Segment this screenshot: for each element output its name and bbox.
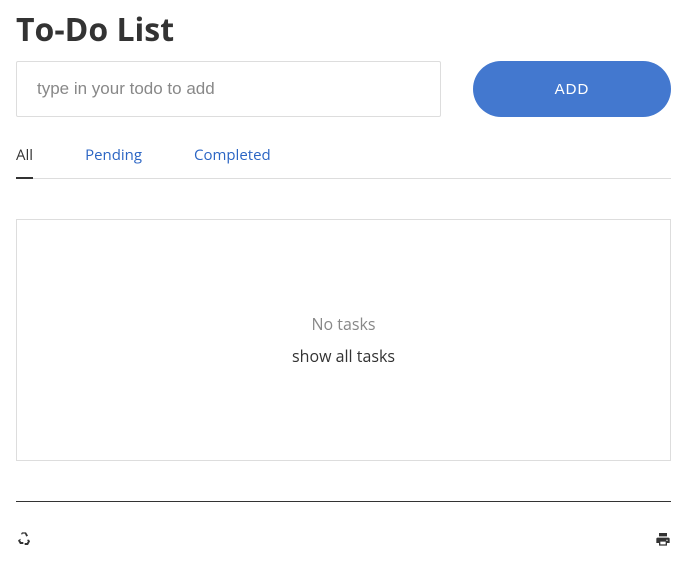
tab-completed[interactable]: Completed — [194, 145, 271, 178]
show-all-link[interactable]: show all tasks — [292, 345, 395, 367]
input-row: ADD — [16, 61, 671, 117]
footer — [16, 501, 671, 546]
add-button[interactable]: ADD — [473, 61, 671, 117]
page-title: To-Do List — [16, 8, 671, 51]
todo-input[interactable] — [16, 61, 441, 117]
recycle-icon[interactable] — [16, 530, 32, 546]
empty-message: No tasks — [311, 313, 375, 335]
print-icon[interactable] — [655, 530, 671, 546]
tab-all[interactable]: All — [16, 145, 33, 179]
tab-pending[interactable]: Pending — [85, 145, 142, 178]
tabs: All Pending Completed — [16, 145, 671, 179]
task-panel: No tasks show all tasks — [16, 219, 671, 461]
